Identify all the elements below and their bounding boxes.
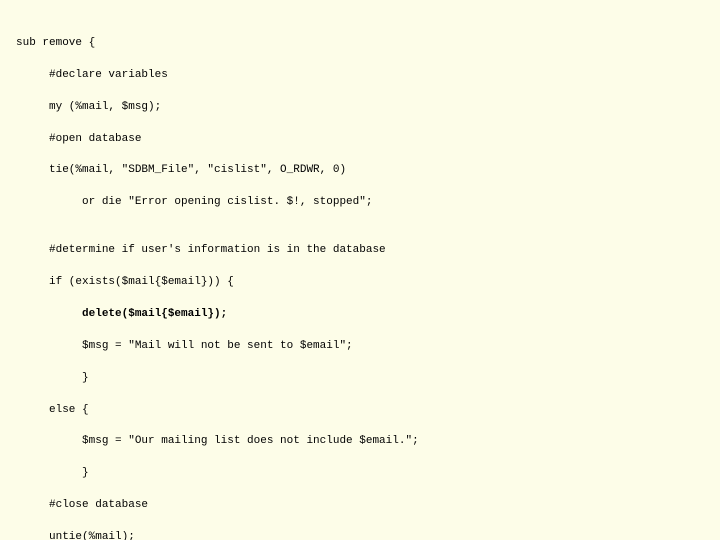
code-line: my (%mail, $msg); xyxy=(16,100,704,116)
code-line: #close database xyxy=(16,498,704,514)
code-line: #declare variables xyxy=(16,68,704,84)
code-line: } xyxy=(16,371,704,387)
code-line: } xyxy=(16,466,704,482)
code-line: $msg = "Mail will not be sent to $email"… xyxy=(16,339,704,355)
code-line: untie(%mail); xyxy=(16,530,704,540)
code-line: delete($mail{$email}); xyxy=(16,307,704,323)
code-line: #determine if user's information is in t… xyxy=(16,243,704,259)
code-line: $msg = "Our mailing list does not includ… xyxy=(16,434,704,450)
code-line: sub remove { xyxy=(16,36,704,52)
code-line: or die "Error opening cislist. $!, stopp… xyxy=(16,195,704,211)
code-delete-call: delete($mail{$email}); xyxy=(82,308,227,320)
code-indent xyxy=(16,308,82,320)
code-line: tie(%mail, "SDBM_File", "cislist", O_RDW… xyxy=(16,163,704,179)
code-line: if (exists($mail{$email})) { xyxy=(16,275,704,291)
code-line: else { xyxy=(16,403,704,419)
code-block: sub remove { #declare variables my (%mai… xyxy=(0,0,720,540)
code-line: #open database xyxy=(16,132,704,148)
